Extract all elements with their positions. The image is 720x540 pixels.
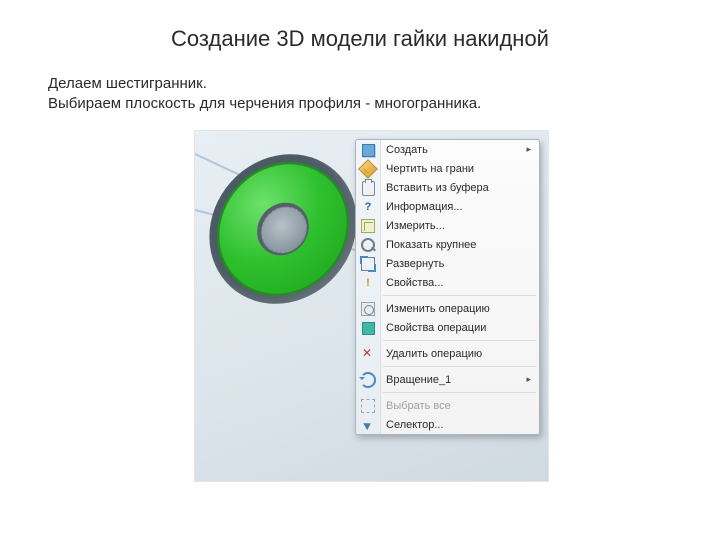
expand-icon [360, 256, 376, 272]
paste-icon [360, 180, 376, 196]
zoom-icon [360, 237, 376, 253]
menu-separator [383, 340, 536, 341]
menu-item-label: Свойства операции [386, 322, 486, 334]
body-line-2: Выбираем плоскость для черчения профиля … [48, 94, 481, 114]
menu-item-paste[interactable]: Вставить из буфера [356, 178, 539, 197]
sketch-icon [360, 161, 376, 177]
menu-item-delop[interactable]: Удалить операцию [356, 344, 539, 363]
menu-item-opprops[interactable]: Свойства операции [356, 318, 539, 337]
menu-item-create[interactable]: Создать ▸ [356, 140, 539, 159]
menu-item-label: Создать [386, 144, 428, 156]
editop-icon [360, 301, 376, 317]
context-menu[interactable]: Создать ▸ Чертить на грани Вставить из буфе… [355, 139, 540, 435]
menu-item-label: Измерить... [386, 220, 445, 232]
menu-item-expand[interactable]: Развернуть [356, 254, 539, 273]
menu-separator [383, 392, 536, 393]
menu-item-rev1[interactable]: Вращение_1 ▸ [356, 370, 539, 389]
menu-item-selector[interactable]: Селектор... [356, 415, 539, 434]
menu-item-label: Удалить операцию [386, 348, 482, 360]
menu-item-zoom[interactable]: Показать крупнее [356, 235, 539, 254]
menu-item-label: Свойства... [386, 277, 443, 289]
menu-item-label: Показать крупнее [386, 239, 476, 251]
menu-item-label: Изменить операцию [386, 303, 490, 315]
menu-item-label: Чертить на грани [386, 163, 474, 175]
menu-item-label: Селектор... [386, 419, 444, 431]
menu-item-props[interactable]: ! Свойства... [356, 273, 539, 292]
body-text: Делаем шестигранник. Выбираем плоскость … [48, 74, 481, 115]
create-icon [360, 142, 376, 158]
delop-icon [360, 346, 376, 362]
menu-item-label: Вращение_1 [386, 374, 451, 386]
submenu-arrow-icon: ▸ [526, 374, 531, 385]
menu-item-label: Информация... [386, 201, 463, 213]
menu-separator [383, 366, 536, 367]
cad-screenshot: Создать ▸ Чертить на грани Вставить из буфе… [194, 130, 549, 482]
rev1-icon [360, 372, 376, 388]
menu-item-label: Выбрать все [386, 400, 451, 412]
selector-icon [360, 417, 376, 433]
slide: Создание 3D модели гайки накидной Делаем… [0, 0, 720, 540]
menu-item-sketch[interactable]: Чертить на грани [356, 159, 539, 178]
props-icon: ! [360, 275, 376, 291]
selectall-icon [360, 398, 376, 414]
submenu-arrow-icon: ▸ [526, 144, 531, 155]
body-line-1: Делаем шестигранник. [48, 74, 481, 94]
menu-separator [383, 295, 536, 296]
menu-item-info[interactable]: ? Информация... [356, 197, 539, 216]
nut-part[interactable] [203, 140, 362, 318]
menu-item-measure[interactable]: Измерить... [356, 216, 539, 235]
menu-item-label: Развернуть [386, 258, 444, 270]
menu-item-selectall: Выбрать все [356, 396, 539, 415]
opprops-icon [360, 320, 376, 336]
menu-item-editop[interactable]: Изменить операцию [356, 299, 539, 318]
measure-icon [360, 218, 376, 234]
info-icon: ? [360, 199, 376, 215]
menu-item-label: Вставить из буфера [386, 182, 489, 194]
page-title: Создание 3D модели гайки накидной [0, 26, 720, 52]
